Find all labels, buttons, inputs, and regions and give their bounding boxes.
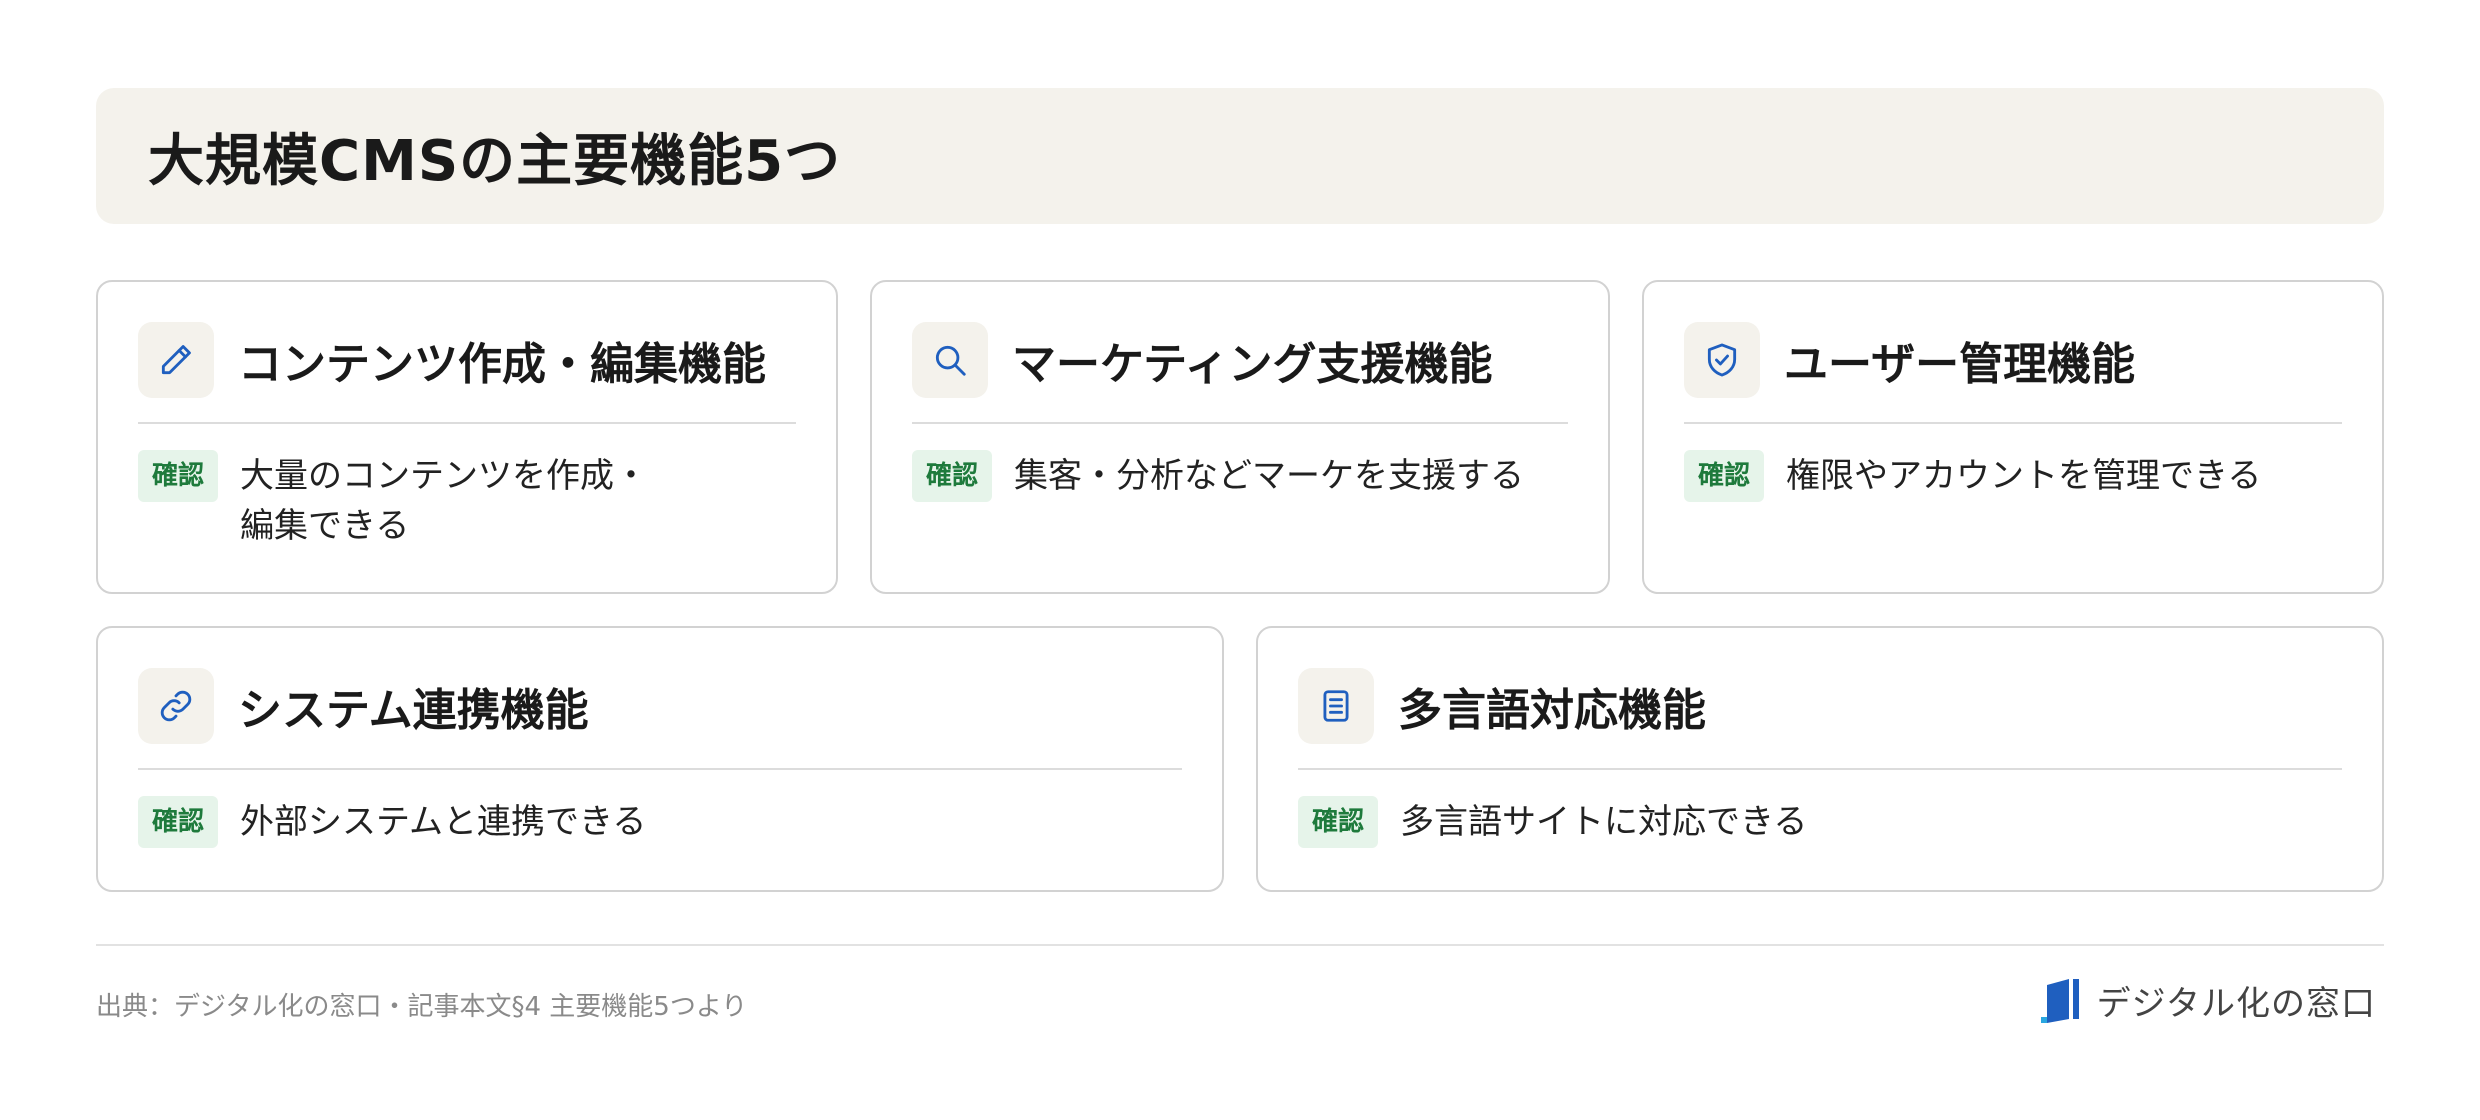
confirm-badge: 確認 [138,450,219,502]
card-body: 確認 外部システムと連携できる [138,796,1182,848]
card-description: 外部システムと連携できる [240,802,647,842]
confirm-badge: 確認 [1684,450,1765,502]
card-header: システム連携機能 [138,668,589,744]
card-divider [1298,768,2342,770]
card-title: ユーザー管理機能 [1784,339,2136,390]
confirm-badge: 確認 [138,796,219,848]
source-citation: 出典：デジタル化の窓口・記事本文§4 主要機能5つより [96,992,748,1022]
feature-card-multilingual: 多言語対応機能 確認 多言語サイトに対応できる [1256,626,2384,892]
link-icon [138,668,214,744]
card-description: 権限やアカウントを管理できる [1786,456,2262,496]
feature-card-marketing: マーケティング支援機能 確認 集客・分析などマーケを支援する [870,280,1610,594]
shield-check-icon [1684,322,1760,398]
search-icon [912,322,988,398]
pencil-icon [138,322,214,398]
card-header: マーケティング支援機能 [912,322,1492,398]
title-banner: 大規模CMSの主要機能5つ [96,88,2384,224]
footer-divider [96,944,2384,946]
card-divider [912,422,1568,424]
card-divider [138,422,796,424]
logo-text: デジタル化の窓口 [2096,984,2376,1024]
feature-card-system-integration: システム連携機能 確認 外部システムと連携できる [96,626,1224,892]
brand-logo: デジタル化の窓口 [2040,976,2376,1025]
confirm-badge: 確認 [1298,796,1379,848]
page-title: 大規模CMSの主要機能5つ [148,128,842,194]
card-description: 大量のコンテンツを作成・ 編集できる [240,451,648,551]
card-description: 集客・分析などマーケを支援する [1014,456,1525,496]
card-title: システム連携機能 [238,685,589,736]
card-body: 確認 多言語サイトに対応できる [1298,796,2342,848]
feature-card-user-management: ユーザー管理機能 確認 権限やアカウントを管理できる [1642,280,2384,594]
card-description-line: 大量のコンテンツを作成・ [240,456,649,496]
card-header: ユーザー管理機能 [1684,322,2135,398]
feature-card-content-editing: コンテンツ作成・編集機能 確認 大量のコンテンツを作成・ 編集できる [96,280,838,594]
confirm-badge: 確認 [912,450,993,502]
card-description: 多言語サイトに対応できる [1400,802,1808,842]
card-header: コンテンツ作成・編集機能 [138,322,766,398]
document-icon [1298,668,1374,744]
card-title: コンテンツ作成・編集機能 [238,339,766,390]
logo-mark-icon [2040,978,2079,1023]
card-divider [1684,422,2342,424]
card-body: 確認 権限やアカウントを管理できる [1684,450,2342,502]
card-divider [138,768,1182,770]
card-title: 多言語対応機能 [1398,685,1706,736]
card-body: 確認 大量のコンテンツを作成・ 編集できる [138,450,796,551]
card-description-line: 編集できる [240,506,410,546]
card-body: 確認 集客・分析などマーケを支援する [912,450,1568,502]
card-header: 多言語対応機能 [1298,668,1706,744]
card-title: マーケティング支援機能 [1012,339,1493,390]
